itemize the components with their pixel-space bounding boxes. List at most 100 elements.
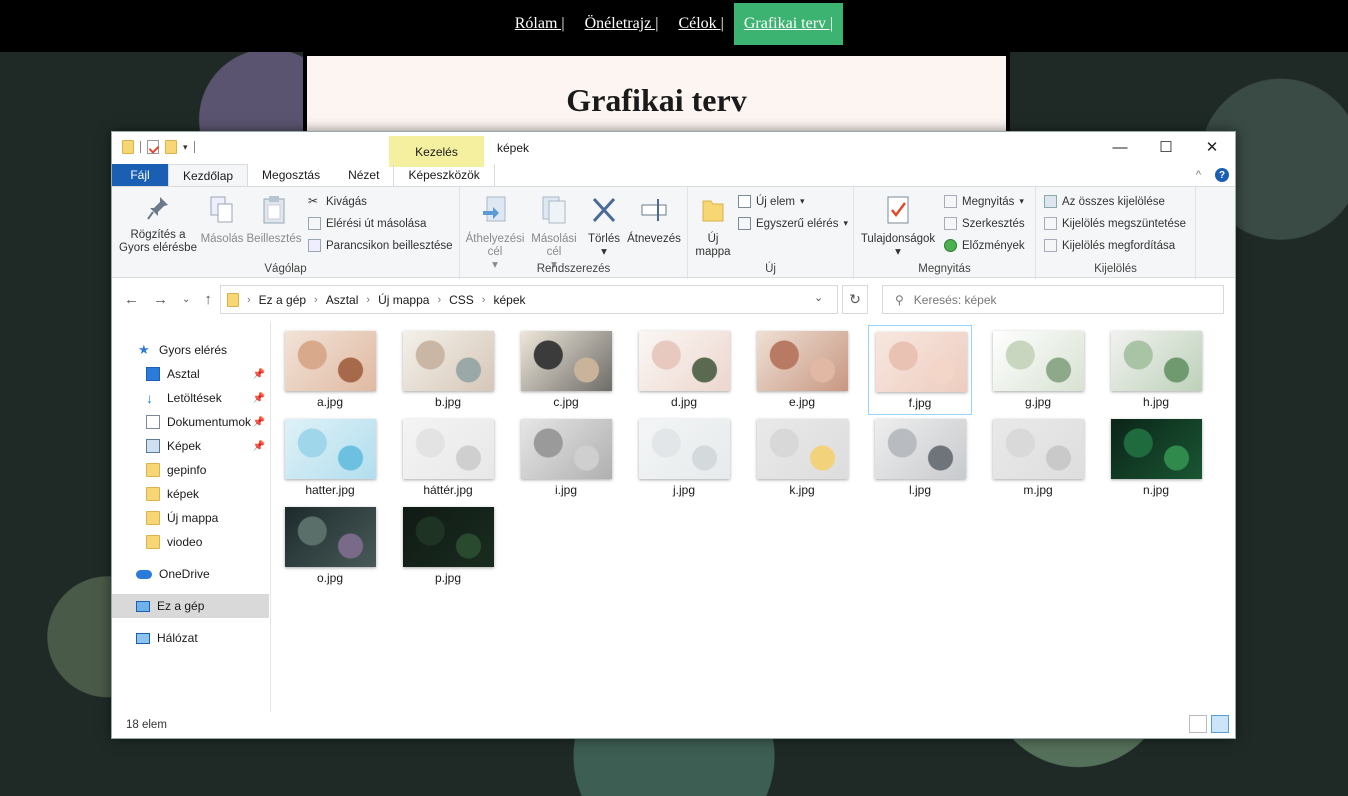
ribbon-group-open: Tulajdonságok ▾ Megnyitás ▾ Szerkesztés E… — [854, 187, 1036, 279]
sidebar-item-documents[interactable]: Dokumentumok 📌 — [112, 410, 269, 434]
help-icon[interactable]: ? — [1215, 168, 1229, 182]
sidebar-item-uj-mappa[interactable]: Új mappa — [112, 506, 269, 530]
select-none-button[interactable]: Kijelölés megszüntetése — [1044, 217, 1186, 230]
close-button[interactable]: ✕ — [1189, 132, 1235, 162]
search-placeholder: Keresés: képek — [913, 292, 997, 307]
up-arrow-icon[interactable]: ↑ — [204, 291, 212, 308]
edit-button[interactable]: Szerkesztés — [944, 217, 1025, 230]
easy-access-button[interactable]: Egyszerű elérés ▾ — [738, 217, 848, 230]
file-item[interactable]: d.jpg — [632, 325, 736, 415]
nav-link-rolam[interactable]: Rólam | — [505, 3, 575, 45]
breadcrumb-css[interactable]: CSS — [449, 293, 474, 307]
search-box[interactable]: ⚲ Keresés: képek — [882, 285, 1224, 314]
sidebar-item-downloads[interactable]: ↓ Letöltések 📌 — [112, 386, 269, 410]
title-bar: ▾ Kezelés képek — ☐ ✕ — [112, 132, 1235, 167]
cut-button[interactable]: ✂ Kivágás — [308, 195, 367, 208]
file-item[interactable]: m.jpg — [986, 413, 1090, 503]
file-item[interactable]: c.jpg — [514, 325, 618, 415]
large-icons-view-icon[interactable] — [1211, 715, 1229, 733]
new-folder-button[interactable]: Új mappa — [692, 195, 734, 259]
image-thumbnail — [521, 331, 612, 391]
sidebar-item-onedrive[interactable]: OneDrive — [112, 562, 269, 586]
file-item[interactable]: f.jpg — [868, 325, 972, 415]
details-view-icon[interactable] — [1189, 715, 1207, 733]
site-title: Grafikai terv — [566, 82, 747, 118]
file-item[interactable]: p.jpg — [396, 501, 500, 591]
sidebar-item-pictures[interactable]: Képek 📌 — [112, 434, 269, 458]
breadcrumb-this-pc[interactable]: Ez a gép — [259, 293, 306, 307]
file-item[interactable]: j.jpg — [632, 413, 736, 503]
file-item[interactable]: hatter.jpg — [278, 413, 382, 503]
file-item[interactable]: i.jpg — [514, 413, 618, 503]
sidebar-item-kepek[interactable]: képek — [112, 482, 269, 506]
sidebar-item-gepinfo[interactable]: gepinfo — [112, 458, 269, 482]
select-all-button[interactable]: Az összes kijelölése — [1044, 195, 1165, 208]
star-icon: ★ — [138, 342, 150, 357]
ribbon-group-clipboard: Rögzítés a Gyors elérésbe Másolás Beille… — [112, 187, 460, 279]
nav-link-grafikai-terv[interactable]: Grafikai terv | — [733, 3, 844, 45]
properties-icon[interactable] — [147, 140, 159, 154]
history-button[interactable]: Előzmények — [944, 239, 1025, 252]
open-button[interactable]: Megnyitás ▾ — [944, 195, 1024, 208]
file-item[interactable]: h.jpg — [1104, 325, 1208, 415]
tab-home[interactable]: Kezdőlap — [168, 164, 249, 186]
file-item[interactable]: b.jpg — [396, 325, 500, 415]
rename-button[interactable]: Átnevezés — [624, 195, 684, 246]
minimize-button[interactable]: — — [1097, 132, 1143, 162]
file-item[interactable]: e.jpg — [750, 325, 854, 415]
image-thumbnail — [757, 331, 848, 391]
back-arrow-icon[interactable]: ← — [124, 291, 139, 308]
file-item[interactable]: g.jpg — [986, 325, 1090, 415]
item-count: 18 elem — [126, 719, 167, 731]
copy-to-button[interactable]: Másolási cél ▾ — [526, 195, 582, 272]
sidebar-item-quick-access[interactable]: ★ Gyors elérés — [112, 338, 269, 362]
nav-link-oneletrajz[interactable]: Önéletrajz | — [575, 3, 669, 45]
refresh-button[interactable]: ↻ — [842, 285, 868, 314]
file-item[interactable]: k.jpg — [750, 413, 854, 503]
sidebar-item-viodeo[interactable]: viodeo — [112, 530, 269, 554]
file-name: háttér.jpg — [423, 483, 473, 497]
file-name: g.jpg — [1024, 395, 1052, 409]
file-item[interactable]: a.jpg — [278, 325, 382, 415]
file-name: n.jpg — [1142, 483, 1170, 497]
sidebar-item-this-pc[interactable]: Ez a gép — [112, 594, 269, 618]
file-item[interactable]: háttér.jpg — [396, 413, 500, 503]
copy-path-button[interactable]: Elérési út másolása — [308, 217, 426, 230]
tab-file[interactable]: Fájl — [112, 164, 168, 186]
file-item[interactable]: n.jpg — [1104, 413, 1208, 503]
new-folder-icon[interactable] — [165, 140, 177, 154]
copy-to-icon — [542, 196, 566, 224]
paste-button[interactable]: Beillesztés — [246, 195, 302, 246]
address-dropdown-icon[interactable]: ⌄ — [814, 291, 823, 304]
delete-button[interactable]: Törlés ▾ — [584, 195, 624, 259]
new-item-button[interactable]: Új elem ▾ — [738, 195, 805, 208]
nav-link-celok[interactable]: Célok | — [668, 3, 733, 45]
forward-arrow-icon[interactable]: → — [153, 291, 168, 308]
sidebar-item-desktop[interactable]: Asztal 📌 — [112, 362, 269, 386]
sidebar-item-network[interactable]: Hálózat — [112, 626, 269, 650]
move-to-button[interactable]: Áthelyezési cél ▾ — [464, 195, 526, 272]
copy-button[interactable]: Másolás — [198, 195, 246, 246]
ribbon: Rögzítés a Gyors elérésbe Másolás Beille… — [112, 186, 1235, 279]
breadcrumb-kepek[interactable]: képek — [493, 293, 525, 307]
breadcrumb-new-folder[interactable]: Új mappa — [378, 293, 429, 307]
customize-dropdown-icon[interactable]: ▾ — [183, 142, 188, 153]
address-bar[interactable]: › Ez a gép › Asztal › Új mappa › CSS › k… — [220, 285, 838, 314]
maximize-button[interactable]: ☐ — [1143, 132, 1189, 162]
paste-shortcut-button[interactable]: Parancsikon beillesztése — [308, 239, 453, 252]
tab-share[interactable]: Megosztás — [248, 164, 334, 186]
folder-icon — [146, 511, 160, 525]
tab-manage-context[interactable]: Kezelés — [389, 136, 484, 167]
properties-button[interactable]: Tulajdonságok ▾ — [858, 195, 938, 259]
collapse-ribbon-icon[interactable]: ^ — [1196, 169, 1201, 181]
group-label-select: Kijelölés — [1094, 263, 1137, 275]
recent-locations-icon[interactable]: ⌄ — [182, 294, 190, 308]
pin-quick-access-button[interactable]: Rögzítés a Gyors elérésbe — [118, 195, 198, 255]
tab-view[interactable]: Nézet — [334, 164, 393, 186]
file-item[interactable]: o.jpg — [278, 501, 382, 591]
tab-picture-tools[interactable]: Képeszközök — [393, 164, 495, 186]
breadcrumb-desktop[interactable]: Asztal — [326, 293, 359, 307]
invert-selection-button[interactable]: Kijelölés megfordítása — [1044, 239, 1175, 252]
image-thumbnail — [1111, 419, 1202, 479]
file-item[interactable]: l.jpg — [868, 413, 972, 503]
